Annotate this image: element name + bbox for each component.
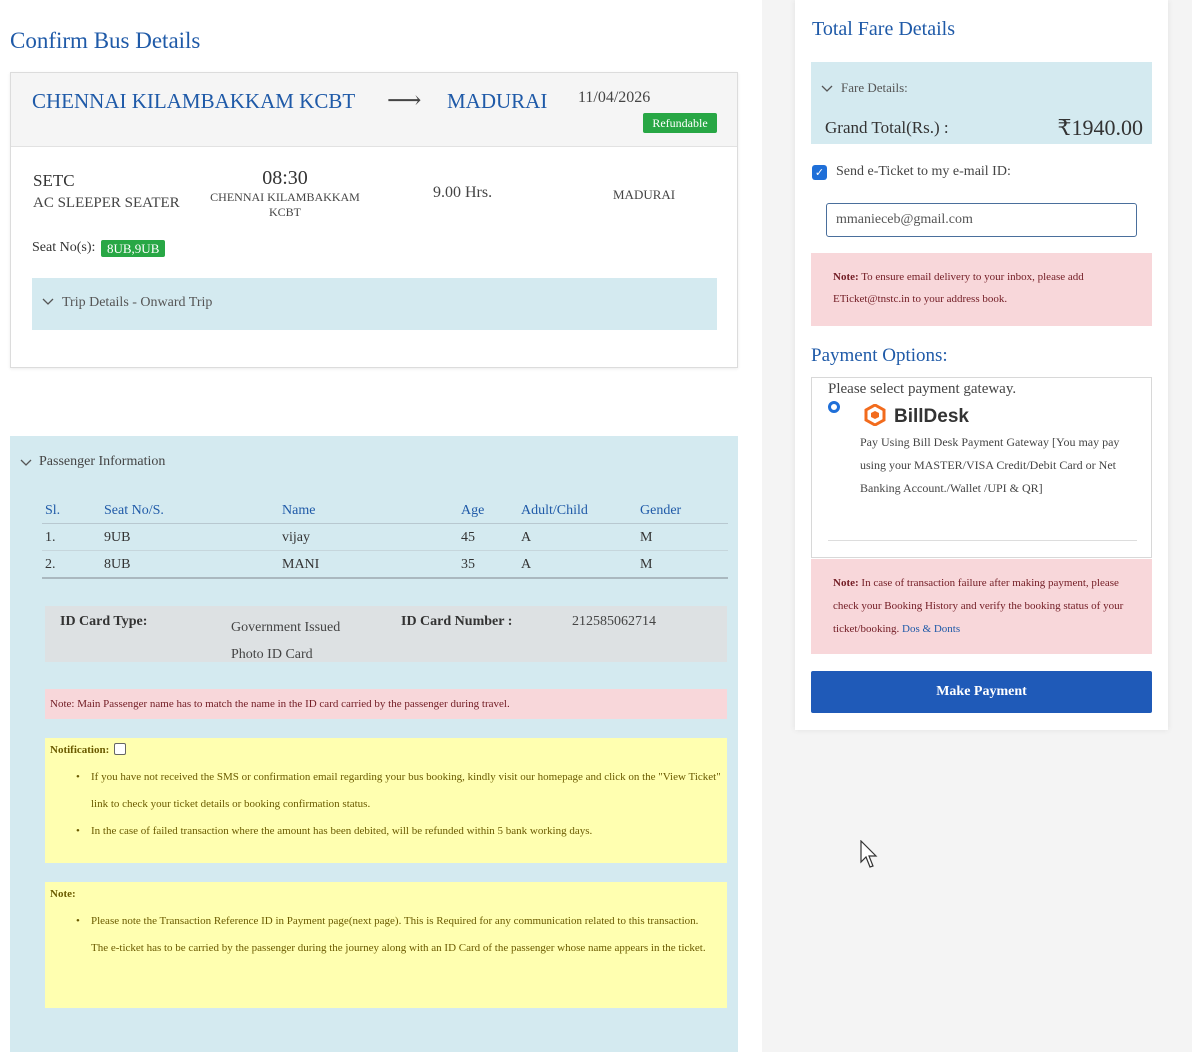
notification-checkbox[interactable]: [114, 743, 126, 755]
divider: [42, 577, 728, 579]
note-bold: Note:: [833, 271, 859, 283]
table-cell: 9UB: [104, 530, 131, 545]
billdesk-logo-icon: [864, 403, 886, 427]
refundable-badge: Refundable: [643, 113, 717, 133]
table-cell: vijay: [282, 530, 310, 545]
arrival-stop: MADURAI: [613, 187, 676, 202]
chevron-down-icon[interactable]: [821, 84, 833, 96]
fail-note-body: In case of transaction failure after mak…: [833, 577, 1124, 635]
payment-gateway-box: Please select payment gateway. BillDesk …: [811, 377, 1152, 558]
passenger-information-panel: Passenger Information Sl. Seat No/S. Nam…: [10, 436, 738, 1052]
email-note-text: Note: To ensure email delivery to your i…: [833, 266, 1133, 310]
fare-details-label[interactable]: Fare Details:: [841, 80, 908, 96]
table-header: Gender: [640, 503, 682, 518]
departure-time: 08:30: [262, 167, 308, 189]
table-header: Name: [282, 503, 316, 518]
table-header: Seat No/S.: [104, 503, 164, 518]
table-cell: M: [640, 530, 653, 545]
table-header: Age: [461, 503, 485, 518]
billdesk-description: Pay Using Bill Desk Payment Gateway [You…: [860, 435, 1120, 495]
table-header: Sl.: [45, 503, 61, 518]
divider: [42, 523, 728, 524]
note-bold: Note:: [833, 577, 859, 589]
email-ticket-checkbox[interactable]: ✓: [812, 165, 827, 180]
destination-city: MADURAI: [447, 89, 548, 113]
notification-box: Notification: • If you have not received…: [45, 738, 727, 863]
bullet-icon: •: [76, 915, 80, 927]
operator-name: SETC: [33, 171, 75, 190]
grand-total-label: Grand Total(Rs.) :: [825, 118, 949, 137]
id-card-type-value: Government Issued Photo ID Card: [231, 620, 341, 662]
chevron-down-icon: [42, 297, 54, 309]
note-title: Note:: [50, 888, 76, 900]
note-box: Note: • Please note the Transaction Refe…: [45, 882, 727, 1008]
bullet-icon: •: [76, 771, 80, 783]
chevron-down-icon[interactable]: [20, 458, 32, 470]
email-delivery-note: Note: To ensure email delivery to your i…: [811, 253, 1152, 326]
journey-duration: 9.00 Hrs.: [433, 184, 493, 201]
note-item: Please note the Transaction Reference ID…: [91, 915, 706, 954]
payment-prompt: Please select payment gateway.: [828, 381, 1017, 397]
table-header: Adult/Child: [521, 503, 588, 518]
bus-type: AC SLEEPER SEATER: [33, 195, 180, 211]
mouse-cursor-icon: [860, 839, 880, 870]
notification-item: In the case of failed transaction where …: [91, 825, 593, 837]
fare-details-box: Fare Details: Grand Total(Rs.) : ₹1940.0…: [811, 62, 1152, 144]
id-card-number-label: ID Card Number :: [401, 614, 513, 629]
passenger-information-label[interactable]: Passenger Information: [39, 454, 165, 470]
fare-payment-panel: Total Fare Details Fare Details: Grand T…: [795, 0, 1168, 730]
trip-details-accordion[interactable]: Trip Details - Onward Trip: [32, 278, 717, 330]
payment-options-title: Payment Options:: [811, 345, 948, 366]
divider: [42, 550, 728, 551]
bus-details-card: CHENNAI KILAMBAKKAM KCBT ⟶ MADURAI 11/04…: [10, 72, 738, 368]
departure-stop: CHENNAI KILAMBAKKAM KCBT: [210, 190, 360, 219]
name-match-note: Note: Main Passenger name has to match t…: [45, 689, 727, 719]
origin-city: CHENNAI KILAMBAKKAM KCBT: [32, 89, 356, 113]
seat-label: Seat No(s):: [32, 240, 96, 255]
billdesk-radio[interactable]: [828, 401, 840, 413]
seat-badge: 8UB,9UB: [101, 240, 166, 257]
grand-total-value: ₹1940.00: [1057, 115, 1144, 140]
table-cell: MANI: [282, 557, 320, 572]
fare-title: Total Fare Details: [812, 18, 955, 40]
table-cell: 2.: [45, 557, 56, 572]
notification-title: Notification:: [50, 744, 110, 756]
trip-details-label: Trip Details - Onward Trip: [62, 295, 213, 310]
table-cell: M: [640, 557, 653, 572]
table-cell: 1.: [45, 530, 56, 545]
email-note-body: To ensure email delivery to your inbox, …: [833, 271, 1084, 305]
route-header: CHENNAI KILAMBAKKAM KCBT ⟶ MADURAI 11/04…: [11, 73, 737, 147]
notification-item: If you have not received the SMS or conf…: [91, 771, 721, 810]
transaction-failure-note: Note: In case of transaction failure aft…: [811, 559, 1152, 654]
journey-date: 11/04/2026: [578, 89, 651, 106]
table-cell: 8UB: [104, 557, 131, 572]
id-card-number-value: 212585062714: [572, 614, 656, 629]
table-cell: 35: [461, 557, 475, 572]
id-card-type-label: ID Card Type:: [60, 614, 148, 629]
table-cell: 45: [461, 530, 475, 545]
billdesk-name: BillDesk: [894, 406, 969, 427]
bullet-icon: •: [76, 825, 80, 837]
make-payment-button[interactable]: Make Payment: [811, 671, 1152, 713]
table-cell: A: [521, 530, 532, 545]
email-ticket-label: Send e-Ticket to my e-mail ID:: [836, 164, 1011, 179]
divider: [828, 540, 1137, 541]
route-arrow-icon: ⟶: [387, 88, 422, 114]
fail-note-text: Note: In case of transaction failure aft…: [833, 572, 1133, 641]
page-title: Confirm Bus Details: [10, 28, 201, 53]
dos-donts-link[interactable]: Dos & Donts: [902, 623, 960, 635]
table-cell: A: [521, 557, 532, 572]
id-card-box: ID Card Type: Government Issued Photo ID…: [45, 606, 727, 662]
email-input[interactable]: [826, 203, 1137, 237]
